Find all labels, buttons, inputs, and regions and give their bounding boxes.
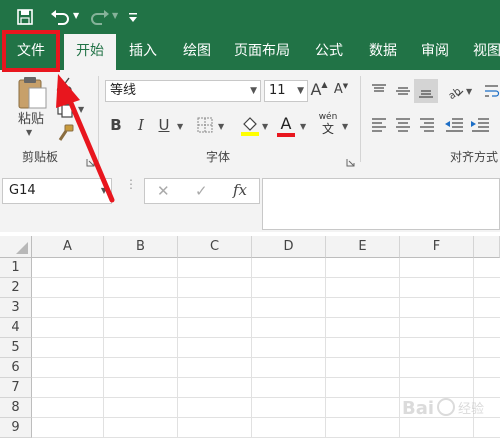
align-top-icon[interactable] [370,82,388,100]
tab-page-layout[interactable]: 页面布局 [228,34,296,70]
svg-text:Bai: Bai [402,398,434,419]
font-color-dropdown-icon[interactable]: ▼ [300,122,306,131]
cancel-icon[interactable]: ✕ [157,182,170,200]
fill-color-icon[interactable] [240,114,260,136]
gridline [325,258,326,438]
underline-dropdown-icon[interactable]: ▼ [177,122,183,131]
align-center-icon[interactable] [394,116,412,134]
column-header-b[interactable]: B [104,236,178,258]
underline-button[interactable]: U [155,116,173,134]
ribbon-tabs: 文件 开始 插入 绘图 页面布局 公式 数据 审阅 视图 [0,34,500,70]
phonetic-top-label: wén [318,112,338,122]
tab-view[interactable]: 视图 [464,34,500,70]
watermark-logo: Bai 经验 [400,392,496,422]
column-header-f[interactable]: F [400,236,474,258]
name-box-value: G14 [9,183,36,198]
row-header-4[interactable]: 4 [0,318,32,338]
phonetic-bottom-label: 文 [321,122,334,136]
row-header-5[interactable]: 5 [0,338,32,358]
paste-icon[interactable] [16,74,48,112]
font-color-button[interactable]: A [276,114,296,138]
grow-font-button[interactable]: A▲ [310,80,328,102]
increase-indent-icon[interactable] [470,116,490,134]
redo-dropdown-icon: ▼ [112,11,119,20]
row-header-2[interactable]: 2 [0,278,32,298]
tab-review[interactable]: 审阅 [412,34,458,70]
gridline [251,258,252,438]
grow-font-icon: A [310,80,322,99]
fill-color-dropdown-icon[interactable]: ▼ [262,122,268,131]
gridline [177,258,178,438]
ribbon-separator [360,76,361,162]
gridline [103,258,104,438]
tab-data[interactable]: 数据 [360,34,406,70]
column-header-c[interactable]: C [178,236,252,258]
orientation-dropdown-icon[interactable]: ▼ [466,87,472,96]
tab-formulas[interactable]: 公式 [306,34,352,70]
tab-insert[interactable]: 插入 [120,34,166,70]
row-header-3[interactable]: 3 [0,298,32,318]
align-middle-icon[interactable] [394,82,412,100]
formula-buttons: ✕ ✓ fx [144,178,260,204]
customize-qat-icon[interactable] [128,10,138,24]
pointer-arrow-icon [56,74,115,203]
svg-text:经验: 经验 [458,401,484,417]
wrap-text-icon[interactable] [484,82,500,100]
align-left-icon[interactable] [370,116,388,134]
column-header-a[interactable]: A [32,236,104,258]
quick-access-toolbar: ▼ ▼ [0,0,500,34]
font-size-value: 11 [269,83,286,98]
insert-function-icon[interactable]: fx [233,181,247,199]
row-header-8[interactable]: 8 [0,398,32,418]
tab-home[interactable]: 开始 [64,34,116,70]
formula-bar-grip-icon: ⋮ [125,177,137,191]
column-header-e[interactable]: E [326,236,400,258]
column-header-d[interactable]: D [252,236,326,258]
chevron-down-icon: ▼ [297,86,304,96]
shrink-font-icon: A [333,82,343,97]
row-header-7[interactable]: 7 [0,378,32,398]
row-header-6[interactable]: 6 [0,358,32,378]
font-color-letter: A [280,114,292,133]
paste-button[interactable]: 粘贴 [14,108,48,127]
undo-icon[interactable] [50,8,72,26]
border-dropdown-icon[interactable]: ▼ [218,122,224,131]
align-right-icon[interactable] [418,116,436,134]
font-launcher-icon[interactable] [346,152,355,167]
save-icon[interactable] [16,8,34,26]
align-bottom-icon[interactable] [414,79,438,103]
phonetic-button[interactable]: wén 文 [318,112,338,140]
select-all-button[interactable] [0,236,32,258]
row-header-9[interactable]: 9 [0,418,32,438]
phonetic-dropdown-icon[interactable]: ▼ [342,122,348,131]
italic-button[interactable]: I [133,116,149,134]
enter-icon[interactable]: ✓ [195,182,208,200]
alignment-group-label: 对齐方式 [450,150,499,164]
font-size-dropdown[interactable]: 11 ▼ [264,80,308,102]
redo-icon [88,8,110,26]
font-name-dropdown[interactable]: 等线 ▼ [105,80,261,102]
decrease-indent-icon[interactable] [444,116,464,134]
column-header-g[interactable] [474,236,500,258]
undo-dropdown-icon[interactable]: ▼ [73,11,79,20]
orientation-icon[interactable]: ab [446,82,464,102]
font-group-label: 字体 [206,150,231,164]
tab-draw[interactable]: 绘图 [174,34,220,70]
shrink-font-button[interactable]: A▼ [332,82,350,104]
border-icon[interactable] [196,116,214,134]
row-header-1[interactable]: 1 [0,258,32,278]
chevron-down-icon: ▼ [250,86,257,96]
paste-dropdown-icon[interactable]: ▼ [26,128,32,137]
formula-input[interactable] [262,178,500,230]
font-color-swatch [277,133,295,137]
highlight-box [2,30,60,72]
